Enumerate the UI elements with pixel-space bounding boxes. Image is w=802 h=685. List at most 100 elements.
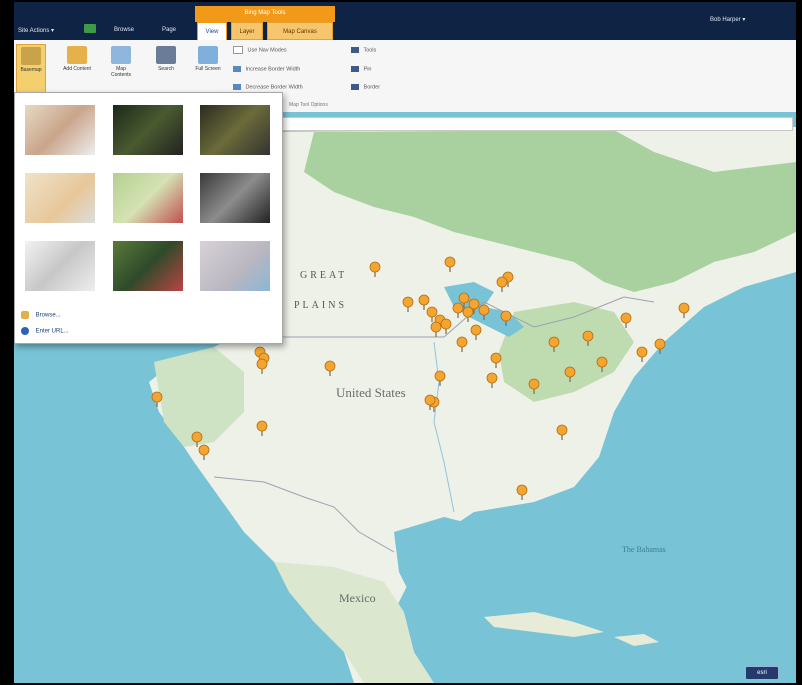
map-search-bar[interactable] [277, 117, 793, 131]
basemap-thumb-shaded-relief[interactable] [25, 241, 95, 291]
map-pin-head [678, 302, 690, 314]
user-menu[interactable]: Bob Harper ▾ [710, 16, 745, 23]
increase-border-icon [233, 66, 241, 72]
browse-link[interactable]: Browse... [21, 311, 61, 319]
map-pin-head [470, 324, 482, 336]
map-pin-head [151, 391, 163, 403]
binoculars-icon [156, 46, 176, 64]
decrease-border-icon [233, 84, 241, 90]
map-pin-head [516, 484, 528, 496]
map-contents-button[interactable]: Map Contents [106, 44, 136, 94]
basemap-thumb-national-geographic[interactable] [113, 173, 183, 223]
map-pin-head [434, 370, 446, 382]
basemap-thumb-imagery-labels[interactable] [200, 105, 270, 155]
pin-button[interactable]: Pin [351, 66, 371, 72]
map-pin-head [198, 444, 210, 456]
edit-page-icon[interactable] [84, 24, 96, 33]
label-great: GREAT [300, 270, 347, 281]
map-pin-head [490, 352, 502, 364]
basemap-thumb-dark-relief[interactable] [200, 173, 270, 223]
map-pin-head [596, 356, 608, 368]
map-pin-head [654, 338, 666, 350]
globe-icon [21, 327, 29, 335]
border-button[interactable]: Border [351, 84, 380, 90]
tab-page[interactable]: Page [162, 27, 176, 33]
folder-icon [21, 311, 29, 319]
basemap-thumb-topo[interactable] [25, 105, 95, 155]
map-pin-head [369, 261, 381, 273]
map-pin-head [418, 294, 430, 306]
search-label: Search [158, 66, 174, 72]
full-screen-icon [198, 46, 218, 64]
browse-label: Browse... [35, 312, 61, 319]
tab-layer[interactable]: Layer [231, 22, 263, 40]
full-screen-button[interactable]: Full Screen [193, 44, 223, 94]
map-pin-head [458, 292, 470, 304]
map-pin-head [500, 310, 512, 322]
map-pin-head [620, 312, 632, 324]
full-screen-label: Full Screen [195, 66, 221, 72]
map-pin-head [582, 330, 594, 342]
basemap-icon [21, 47, 41, 65]
map-pin-head [496, 276, 508, 288]
decrease-border-button[interactable]: Decrease Border Width [233, 84, 303, 90]
app-window: Site Actions ▾ Browse Page Bob Harper ▾ … [14, 2, 796, 683]
map-pin-head [452, 302, 464, 314]
add-content-button[interactable]: Add Content [62, 44, 92, 94]
decrease-border-label: Decrease Border Width [245, 84, 303, 91]
map-pin-head [456, 336, 468, 348]
map-contents-label: Map Contents [110, 66, 131, 78]
pin-label: Pin [363, 66, 372, 73]
map-pin-head [478, 304, 490, 316]
map-pin-head [486, 372, 498, 384]
map-pin-head [468, 298, 480, 310]
map-pin-head [556, 424, 568, 436]
map-pin-head [256, 358, 268, 370]
enter-url-link[interactable]: Enter URL... [21, 327, 69, 335]
basemap-thumb-imagery[interactable] [113, 105, 183, 155]
use-nav-modes-checkbox[interactable]: Use Nav Modes [233, 46, 287, 54]
increase-border-button[interactable]: Increase Border Width [233, 66, 300, 72]
map-pin-head [440, 318, 452, 330]
top-bar: Site Actions ▾ Browse Page Bob Harper ▾ … [14, 2, 796, 40]
tab-map-canvas[interactable]: Map Canvas [267, 22, 333, 40]
map-pin-head [444, 256, 456, 268]
tools-button[interactable]: Tools [351, 47, 376, 53]
site-actions-menu[interactable]: Site Actions ▾ [18, 27, 54, 34]
ribbon-group-caption: Map Tool Options [289, 102, 328, 108]
label-mexico: Mexico [339, 591, 376, 605]
basemap-thumb-terrain[interactable] [113, 241, 183, 291]
contextual-tab-group: Bing Map Tools [195, 6, 335, 22]
chevron-down-icon: ▾ [742, 17, 746, 23]
user-name: Bob Harper [710, 17, 741, 23]
basemap-label: Basemap [20, 67, 42, 73]
map-contents-icon [111, 46, 131, 64]
tools-label: Tools [363, 47, 377, 54]
map-pin-head [191, 431, 203, 443]
search-button[interactable]: Search [151, 44, 181, 94]
border-icon [351, 84, 359, 90]
basemap-thumb-streets[interactable] [25, 173, 95, 223]
checkbox-icon [233, 46, 243, 54]
map-pin-head [528, 378, 540, 390]
basemap-thumb-light-gray[interactable] [200, 241, 270, 291]
label-plains: PLAINS [294, 300, 347, 311]
tab-view[interactable]: View [197, 22, 227, 40]
increase-border-label: Increase Border Width [245, 66, 301, 73]
enter-url-label: Enter URL... [35, 328, 69, 335]
tab-browse[interactable]: Browse [114, 27, 134, 33]
pin-icon [351, 66, 359, 72]
map-pin-head [426, 306, 438, 318]
map-pin-head [324, 360, 336, 372]
esri-logo: esri [745, 666, 779, 680]
site-actions-label: Site Actions [18, 28, 50, 34]
tools-icon [351, 47, 359, 53]
map-pin-head [548, 336, 560, 348]
map-pin-head [424, 394, 436, 406]
basemap-button[interactable]: Basemap [16, 44, 46, 94]
use-nav-modes-label: Use Nav Modes [247, 47, 287, 54]
chevron-down-icon: ▾ [51, 28, 55, 34]
border-label: Border [363, 84, 381, 91]
label-the-bahamas: The Bahamas [622, 545, 666, 554]
map-pin-head [256, 420, 268, 432]
